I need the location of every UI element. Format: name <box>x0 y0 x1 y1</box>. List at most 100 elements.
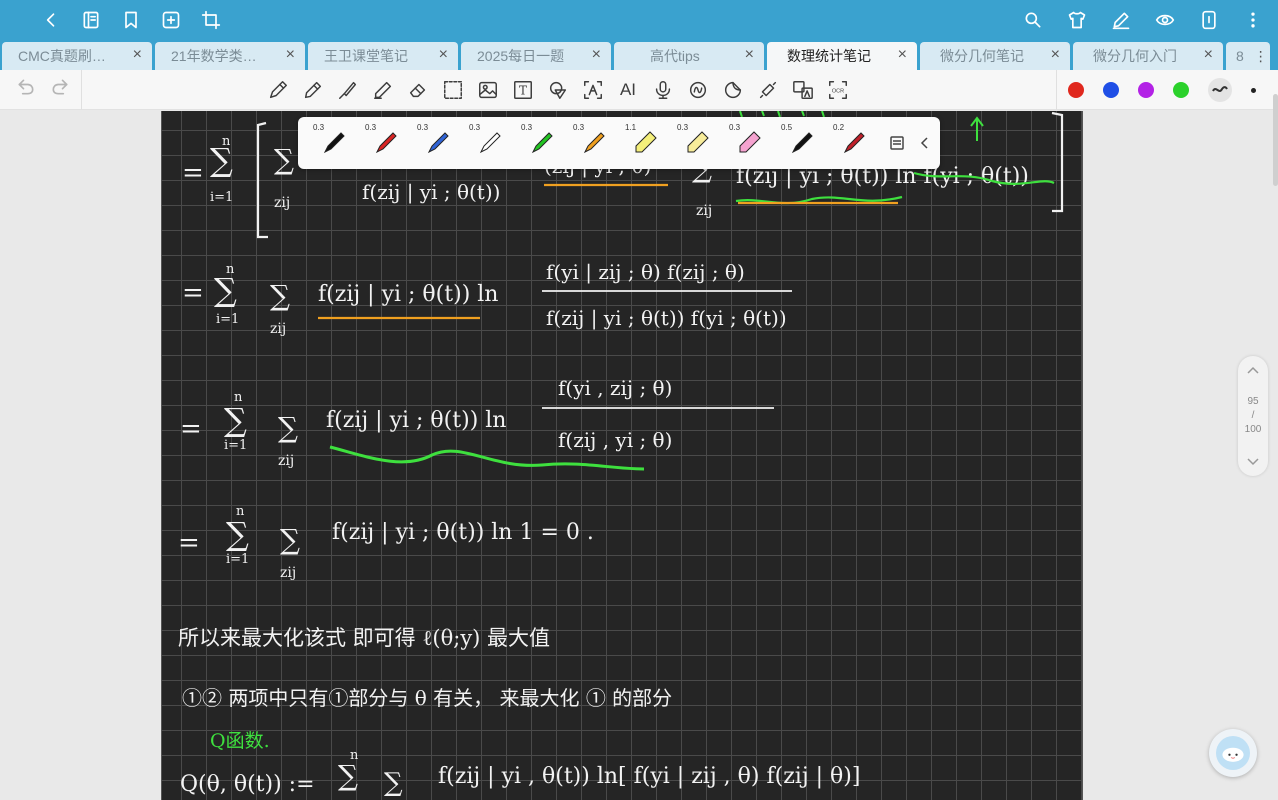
tablet-mode-icon[interactable] <box>1198 9 1220 31</box>
close-icon[interactable]: × <box>439 47 448 63</box>
back-icon[interactable] <box>40 9 62 31</box>
current-page: 95 <box>1247 396 1259 407</box>
tab-label: 2025每日一题 <box>477 48 565 64</box>
handwriting-icon[interactable] <box>686 78 710 102</box>
close-icon[interactable]: × <box>133 47 142 63</box>
shape-tool-icon[interactable] <box>546 78 570 102</box>
color-swatch-red[interactable] <box>1068 82 1084 98</box>
close-icon[interactable]: × <box>1051 47 1060 63</box>
pen-preset-10[interactable]: 0.5 <box>776 117 828 169</box>
eq4-eq-sign: = <box>178 528 200 558</box>
tab-strip: CMC真题刷… × 21年数学类… × 王卫课堂笔记 × 2025每日一题 × 高代ti… <box>0 40 1278 70</box>
pen-preset-7[interactable]: 1.1 <box>620 117 672 169</box>
eq3-body: f(zij | yi ; θ(t)) ln <box>326 408 506 433</box>
pen-size: 0.3 <box>417 123 429 132</box>
pen-edit-icon[interactable] <box>1110 9 1132 31</box>
pen-preset-3[interactable]: 0.3 <box>412 117 464 169</box>
tab-wangwei[interactable]: 王卫课堂笔记 × <box>308 42 458 70</box>
tab-diffgeo-notes[interactable]: 微分几何笔记 × <box>920 42 1070 70</box>
assistant-bot-button[interactable] <box>1209 729 1257 777</box>
close-icon[interactable]: × <box>286 47 295 63</box>
tab-21-math[interactable]: 21年数学类… × <box>155 42 305 70</box>
close-icon[interactable]: × <box>898 47 907 63</box>
eraser-tool-icon[interactable] <box>406 78 430 102</box>
ai-tool-icon[interactable]: AI <box>616 78 640 102</box>
redo-icon[interactable] <box>50 77 70 102</box>
ocr-text-icon[interactable] <box>581 78 605 102</box>
eq1-eq-sign: = <box>182 158 204 188</box>
sum-bottom: i=1 <box>216 312 239 327</box>
eq3-inner-sum: ∑ <box>278 411 298 444</box>
bookmark-icon[interactable] <box>120 9 142 31</box>
pen-size: 0.3 <box>313 123 325 132</box>
shirt-icon[interactable] <box>1066 9 1088 31</box>
search-icon[interactable] <box>1022 9 1044 31</box>
pen-green-icon <box>531 132 553 154</box>
pen-preset-6[interactable]: 0.3 <box>568 117 620 169</box>
chevron-down-icon[interactable] <box>1247 458 1259 466</box>
color-swatch-green[interactable] <box>1173 82 1189 98</box>
eye-icon[interactable] <box>1154 9 1176 31</box>
text-tool-icon[interactable]: T <box>511 78 535 102</box>
note-page[interactable]: = ∑ n i=1 ∑ zij f(zij | yi ; θ(t)) (zij … <box>161 111 1083 800</box>
page-separator: / <box>1251 410 1255 421</box>
color-palette <box>1056 70 1278 110</box>
close-icon[interactable]: × <box>592 47 601 63</box>
microphone-icon[interactable] <box>651 78 675 102</box>
pen-preset-1[interactable]: 0.3 <box>308 117 360 169</box>
pen-size: 0.5 <box>781 123 793 132</box>
pen-preset-4[interactable]: 0.3 <box>464 117 516 169</box>
lasso-select-icon[interactable] <box>441 78 465 102</box>
page-indicator: 95 / 100 <box>1238 356 1268 476</box>
more-menu-icon[interactable] <box>1242 9 1264 31</box>
pen-preset-9[interactable]: 0.3 <box>724 117 776 169</box>
eq1-denominator: f(zij | yi ; θ(t)) <box>362 180 500 205</box>
sum-top: n <box>234 390 243 405</box>
tab-statistics-notes[interactable]: 数理统计笔记 × <box>767 42 917 70</box>
pen-preset-5[interactable]: 0.3 <box>516 117 568 169</box>
sum-top: n <box>236 504 245 519</box>
notebook-icon[interactable] <box>80 9 102 31</box>
tab-label: 王卫课堂笔记 <box>324 48 408 64</box>
ocr-icon[interactable]: OCR <box>826 78 850 102</box>
stroke-style-icon[interactable] <box>1208 78 1232 102</box>
brush-tool-icon[interactable] <box>336 78 360 102</box>
pen-lightyellow-icon <box>687 131 709 153</box>
undo-icon[interactable] <box>16 77 36 102</box>
pencil-tool-icon[interactable] <box>301 78 325 102</box>
tab-2025-daily[interactable]: 2025每日一题 × <box>461 42 611 70</box>
tab-label: CMC真题刷… <box>18 48 106 64</box>
tab-label: 微分几何笔记 <box>940 48 1024 64</box>
highlighter-tool-icon[interactable] <box>371 78 395 102</box>
close-icon[interactable]: × <box>745 47 754 63</box>
eq2-body: f(zij | yi ; θ(t)) ln <box>318 282 498 307</box>
vertical-scrollbar[interactable] <box>1273 94 1278 186</box>
pen-tool-icon[interactable] <box>266 78 290 102</box>
color-swatch-purple[interactable] <box>1138 82 1154 98</box>
add-page-icon[interactable] <box>160 9 182 31</box>
crop-icon[interactable] <box>200 9 222 31</box>
chevron-up-icon[interactable] <box>1247 366 1259 374</box>
tab-overflow[interactable]: 8 ⋮ <box>1226 42 1270 70</box>
sum-bottom: i=1 <box>210 190 233 205</box>
pen-preset-2[interactable]: 0.3 <box>360 117 412 169</box>
translate-icon[interactable] <box>791 78 815 102</box>
pen-settings-icon[interactable] <box>886 132 908 154</box>
tab-algebra-tips[interactable]: 高代tips × <box>614 42 764 70</box>
q-inner-sum: ∑ <box>384 768 403 798</box>
eq2-inner-sum: ∑ <box>270 279 290 312</box>
tab-cmc[interactable]: CMC真题刷… × <box>2 42 152 70</box>
sum-top: n <box>222 134 231 149</box>
sticker-icon[interactable] <box>721 78 745 102</box>
collapse-chevron-icon[interactable] <box>914 132 936 154</box>
tab-label: 数理统计笔记 <box>787 48 871 64</box>
pen-preset-11[interactable]: 0.2 <box>828 117 880 169</box>
sum-inner: zij <box>274 195 290 211</box>
tab-diffgeo-intro[interactable]: 微分几何入门 × <box>1073 42 1223 70</box>
stroke-size-dot[interactable] <box>1251 87 1256 93</box>
pen-preset-8[interactable]: 0.3 <box>672 117 724 169</box>
close-icon[interactable]: × <box>1204 47 1213 63</box>
tape-icon[interactable] <box>756 78 780 102</box>
image-tool-icon[interactable] <box>476 78 500 102</box>
color-swatch-blue[interactable] <box>1103 82 1119 98</box>
